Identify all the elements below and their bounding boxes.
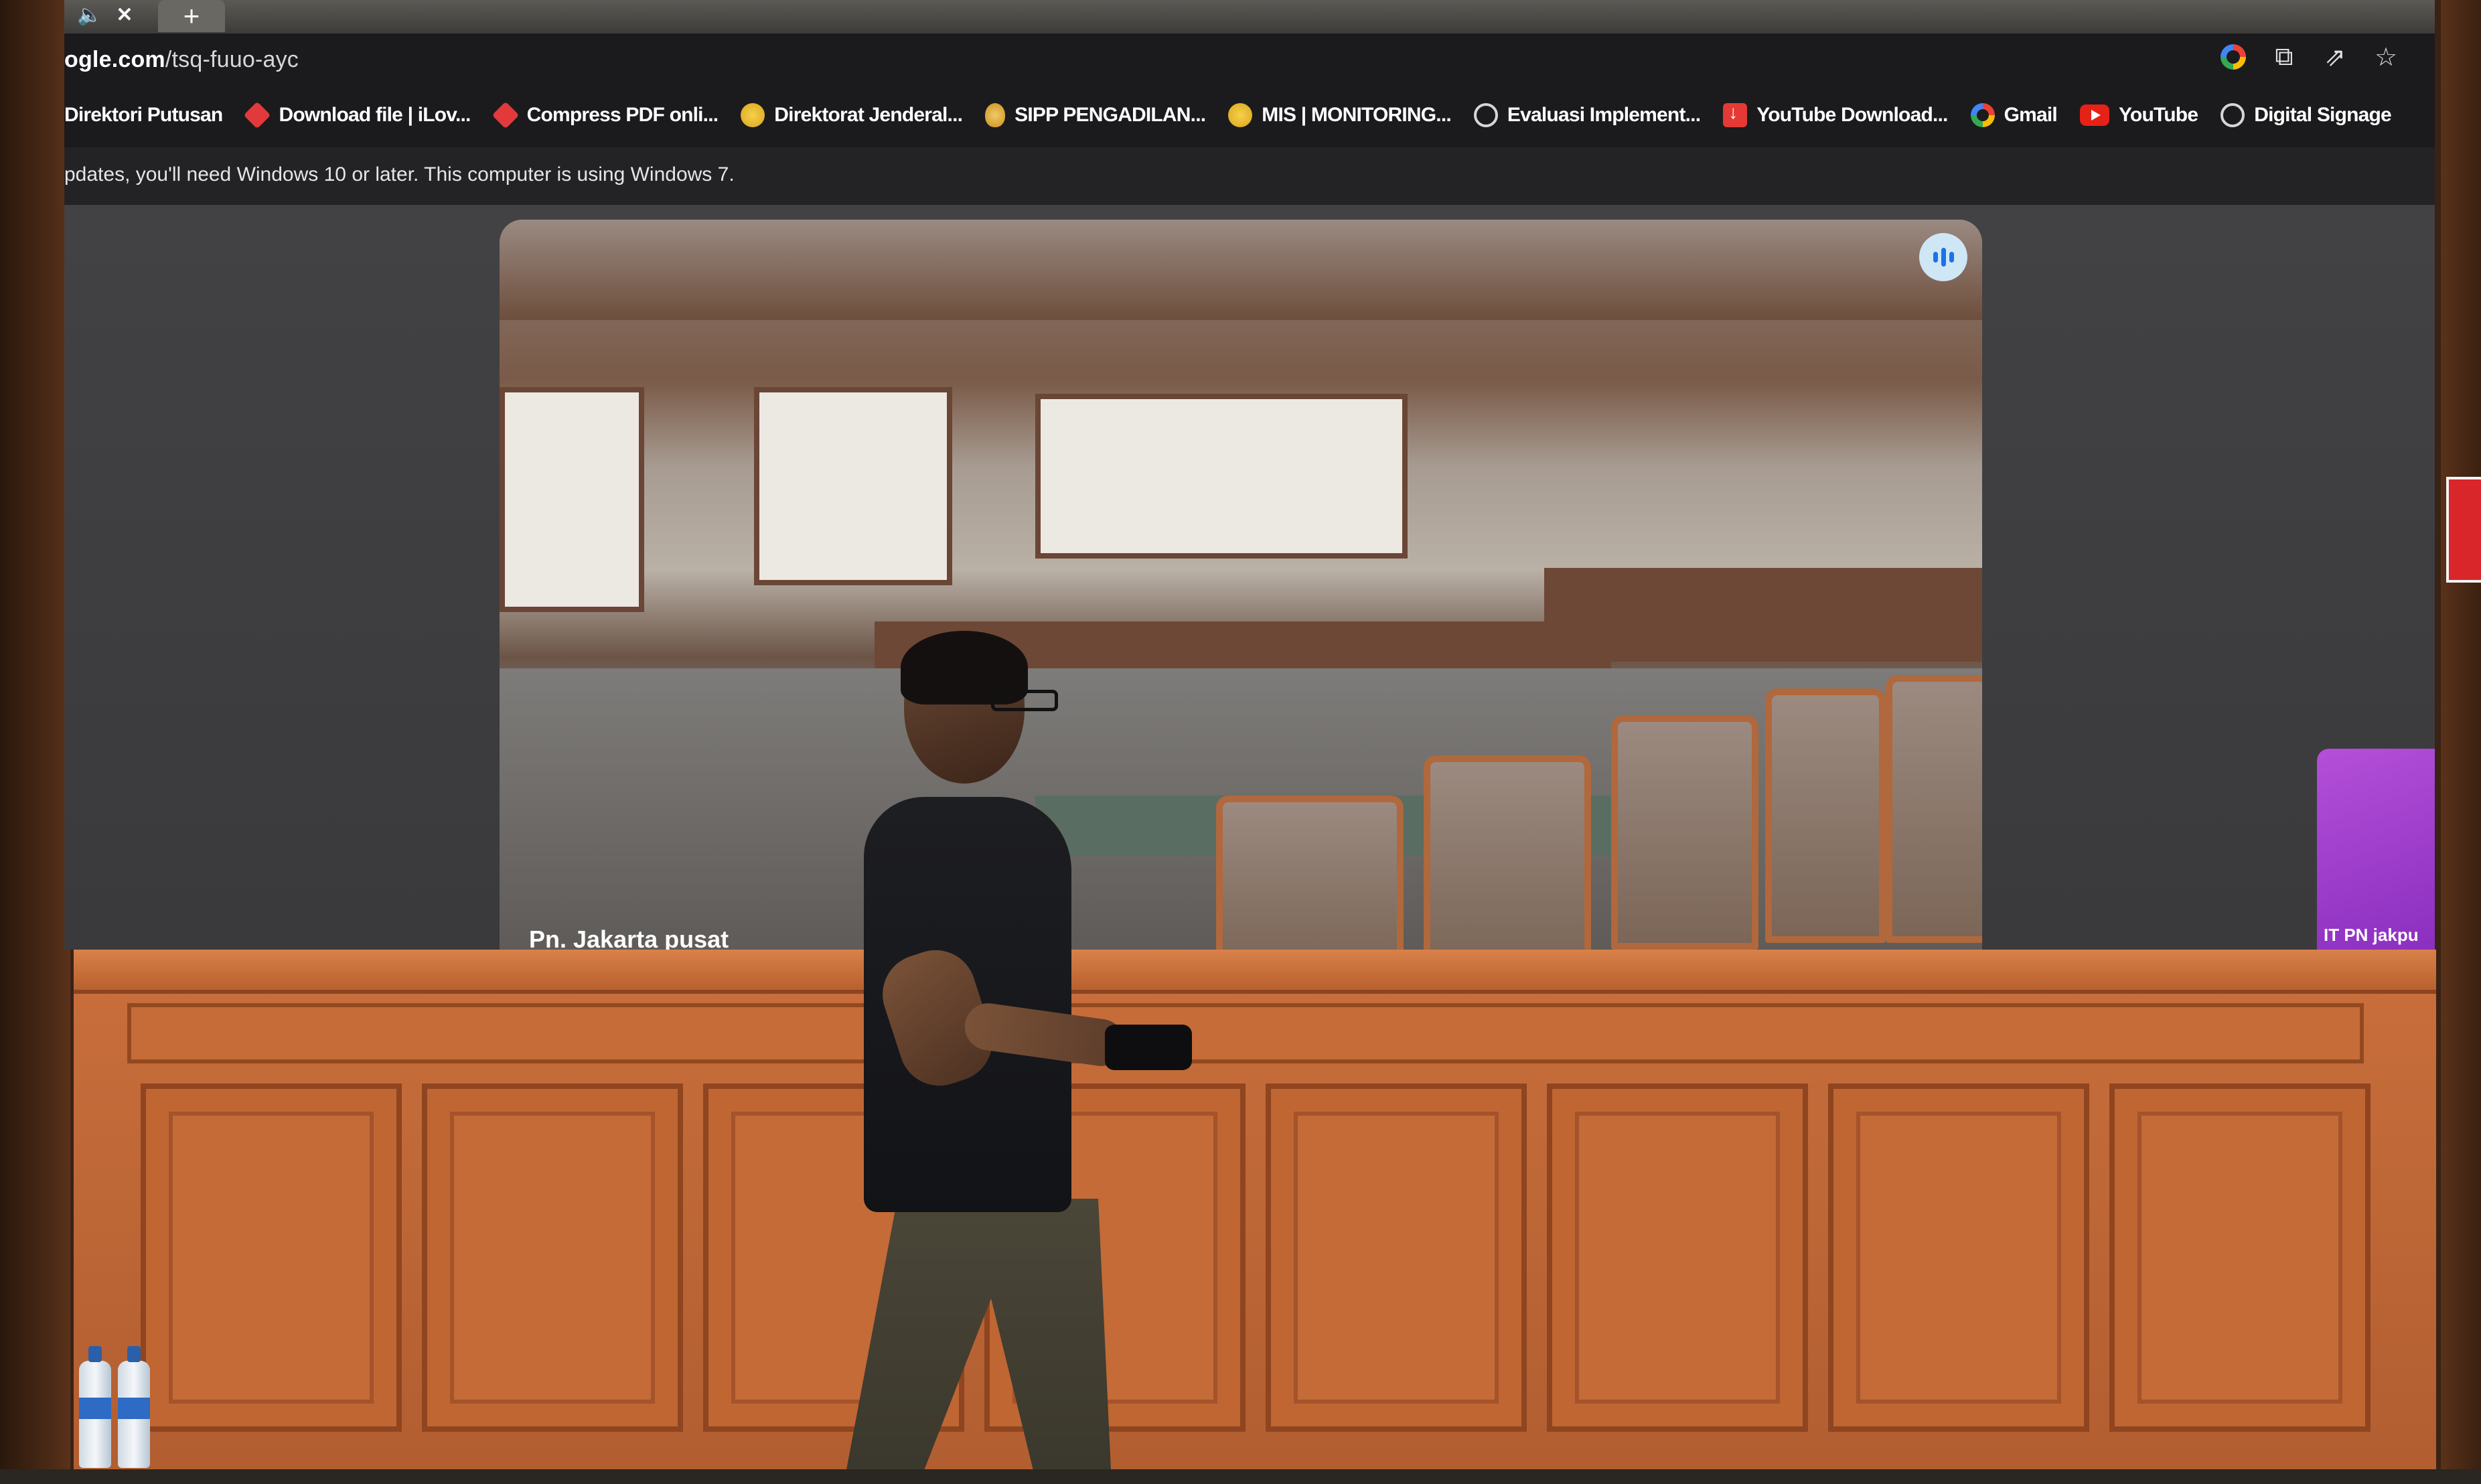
display-screen: 🔈 ✕ + ogle.com/tsq-fuuo-ayc ⧉ ⇗ ☆ Direkt… xyxy=(64,0,2435,950)
bookmark-label: Evaluasi Implement... xyxy=(1507,104,1701,126)
bookmark-direktorat-jenderal[interactable]: Direktorat Jenderal... xyxy=(741,103,963,127)
url-path: /tsq-fuuo-ayc xyxy=(165,47,299,72)
meeting-content: Pn. Jakarta pusat IT PN jakpu xyxy=(64,205,2435,950)
bookmarks-bar: Direktori Putusan Download file | iLov..… xyxy=(64,83,2435,147)
video-chair xyxy=(1886,675,1982,943)
omnibox-icons: ⧉ ⇗ ☆ xyxy=(2218,42,2401,72)
translate-icon[interactable]: ⧉ xyxy=(2269,42,2300,72)
speaking-indicator-icon xyxy=(1919,233,1967,281)
wood-top-rail xyxy=(74,950,2436,994)
bookmark-gmail[interactable]: Gmail xyxy=(1970,103,2058,127)
update-infobar: pdates, you'll need Windows 10 or later.… xyxy=(64,147,2435,206)
tab-close-icon[interactable]: ✕ xyxy=(111,1,138,28)
bookmark-sipp-pengadilan[interactable]: SIPP PENGADILAN... xyxy=(985,103,1206,127)
floor xyxy=(0,1469,2481,1484)
video-courtroom-ceiling xyxy=(500,220,1982,320)
bookmark-mis-monitoring[interactable]: MIS | MONITORING... xyxy=(1228,103,1452,127)
bookmark-label: YouTube Download... xyxy=(1756,104,1948,126)
side-participant-tile[interactable]: IT PN jakpu xyxy=(2317,749,2435,950)
bookmark-direktori-putusan[interactable]: Direktori Putusan xyxy=(64,104,223,127)
download-icon xyxy=(1723,102,1748,127)
person-glasses xyxy=(991,690,1058,711)
wood-panel xyxy=(1828,1084,2089,1432)
globe-icon xyxy=(2221,103,2245,127)
youtube-icon xyxy=(2079,104,2109,126)
bookmark-evaluasi-implement[interactable]: Evaluasi Implement... xyxy=(1473,103,1701,127)
room-wall-left xyxy=(0,0,70,1484)
wood-paneling xyxy=(74,950,2436,1469)
address-bar[interactable]: ogle.com/tsq-fuuo-ayc ⧉ ⇗ ☆ xyxy=(64,33,2435,83)
wood-panel xyxy=(422,1084,683,1432)
browser-tab-strip: 🔈 ✕ + xyxy=(64,0,2435,33)
walking-person xyxy=(790,631,1205,1484)
share-icon[interactable]: ⇗ xyxy=(2320,42,2350,72)
wood-panel xyxy=(141,1084,402,1432)
person-legs xyxy=(844,1199,1112,1484)
bookmark-label: SIPP PENGADILAN... xyxy=(1014,104,1206,126)
bookmark-label: YouTube xyxy=(2118,104,2198,126)
bookmark-download-file[interactable]: Download file | iLov... xyxy=(244,101,471,129)
participant-video-tile[interactable]: Pn. Jakarta pusat xyxy=(500,220,1982,950)
bookmark-youtube-download[interactable]: YouTube Download... xyxy=(1723,102,1948,127)
video-wall-panel xyxy=(1035,394,1408,559)
room-wall-right xyxy=(2441,0,2481,1484)
water-bottle xyxy=(79,1346,111,1468)
wood-panel xyxy=(1266,1084,1527,1432)
bookmark-label: Compress PDF onli... xyxy=(526,104,719,126)
google-icon[interactable] xyxy=(2218,42,2249,72)
bookmark-youtube[interactable]: YouTube xyxy=(2079,104,2198,127)
heart-icon xyxy=(492,101,519,129)
wood-upper-panel xyxy=(127,1003,2364,1063)
url-text[interactable]: ogle.com/tsq-fuuo-ayc xyxy=(64,47,299,73)
bookmark-label: Digital Signage xyxy=(2254,104,2392,126)
bookmark-label: Download file | iLov... xyxy=(279,104,471,126)
video-chair xyxy=(1765,688,1886,943)
video-chair xyxy=(1216,796,1404,950)
video-chair xyxy=(1611,715,1758,950)
video-chair xyxy=(1424,755,1591,950)
water-bottle xyxy=(118,1346,150,1468)
bookmark-compress-pdf[interactable]: Compress PDF onli... xyxy=(492,101,719,129)
camera-icon xyxy=(1105,1025,1192,1070)
egg-icon xyxy=(985,103,1006,127)
tab-mute-icon[interactable]: 🔈 xyxy=(76,1,103,28)
coin-icon xyxy=(1228,103,1253,127)
new-tab-button[interactable]: + xyxy=(158,0,225,32)
bookmark-label: MIS | MONITORING... xyxy=(1262,104,1451,126)
wood-panel xyxy=(1547,1084,1808,1432)
bookmark-label: Gmail xyxy=(2004,104,2058,126)
bookmark-label: Direktori Putusan xyxy=(64,104,223,126)
red-wall-sign xyxy=(2446,477,2481,583)
bookmark-digital-signage[interactable]: Digital Signage xyxy=(2221,103,2392,127)
bookmark-star-icon[interactable]: ☆ xyxy=(2371,42,2401,72)
bookmark-label: Direktorat Jenderal... xyxy=(774,104,963,126)
wood-panel xyxy=(2109,1084,2371,1432)
video-wall-panel xyxy=(754,387,952,585)
globe-icon xyxy=(1473,103,1498,127)
coin-icon xyxy=(741,103,765,127)
side-participant-name: IT PN jakpu xyxy=(2324,925,2419,945)
video-wall-panel xyxy=(500,387,644,612)
google-icon xyxy=(1970,103,1995,127)
infobar-text: pdates, you'll need Windows 10 or later.… xyxy=(64,163,735,186)
url-domain: ogle.com xyxy=(64,47,165,72)
heart-icon xyxy=(244,101,271,129)
participant-name: Pn. Jakarta pusat xyxy=(529,925,729,950)
